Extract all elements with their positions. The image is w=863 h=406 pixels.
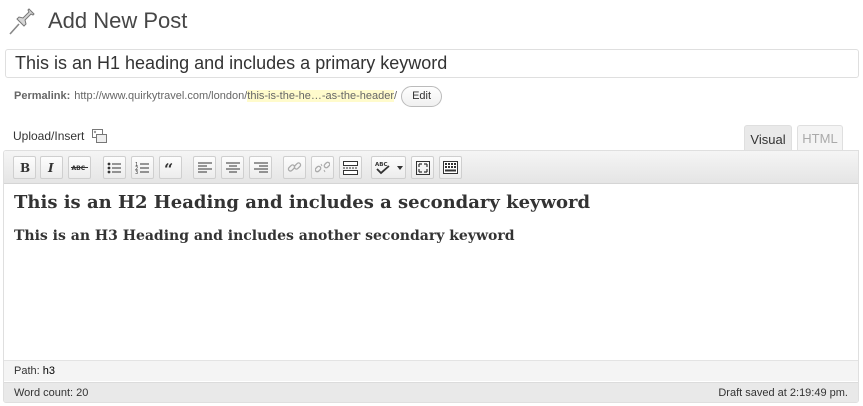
permalink-row: Permalink: http://www.quirkytravel.com/l…	[14, 85, 443, 107]
svg-text:I: I	[47, 161, 54, 174]
align-left-button[interactable]	[193, 156, 216, 179]
path-bar: Path: h3	[4, 360, 858, 381]
svg-text:ABC: ABC	[375, 162, 388, 168]
kitchen-sink-button[interactable]	[439, 156, 462, 179]
strikethrough-button[interactable]: ABC	[68, 156, 91, 179]
content-h2[interactable]: This is an H2 Heading and includes a sec…	[14, 191, 848, 215]
content-h3[interactable]: This is an H3 Heading and includes anoth…	[14, 227, 848, 245]
post-title-input[interactable]: This is an H1 heading and includes a pri…	[5, 49, 859, 78]
fullscreen-button[interactable]	[411, 156, 434, 179]
blockquote-button[interactable]: “	[159, 156, 182, 179]
align-center-button[interactable]	[221, 156, 244, 179]
svg-text:B: B	[20, 161, 30, 174]
tab-html[interactable]: HTML	[797, 125, 843, 150]
pushpin-icon	[6, 5, 38, 37]
bold-button[interactable]: B	[13, 156, 36, 179]
page-header: Add New Post	[6, 4, 187, 38]
path-value[interactable]: h3	[43, 365, 55, 377]
numbered-list-button[interactable]: 123	[131, 156, 154, 179]
svg-text:3: 3	[135, 170, 138, 175]
svg-text:“: “	[164, 162, 173, 174]
media-icon[interactable]	[92, 129, 108, 143]
upload-insert-label: Upload/Insert	[13, 129, 85, 143]
link-icon[interactable]	[283, 156, 306, 179]
italic-button[interactable]: I	[40, 156, 63, 179]
status-bar: Word count: 20 Draft saved at 2:19:49 pm…	[4, 382, 858, 402]
editor-content[interactable]: This is an H2 Heading and includes a sec…	[14, 191, 848, 245]
permalink-label: Permalink:	[14, 90, 71, 102]
align-right-button[interactable]	[249, 156, 272, 179]
editor-toolbar: B I ABC 123 “ ABC	[4, 151, 858, 184]
permalink-base-url: http://www.quirkytravel.com/london/	[74, 90, 248, 102]
page-title: Add New Post	[48, 8, 188, 33]
edit-permalink-button[interactable]: Edit	[401, 85, 443, 107]
word-count: Word count: 20	[14, 387, 89, 399]
draft-saved-status: Draft saved at 2:19:49 pm.	[718, 387, 848, 399]
spellcheck-button[interactable]: ABC	[371, 156, 406, 179]
unlink-icon[interactable]	[311, 156, 334, 179]
tab-visual[interactable]: Visual	[744, 125, 792, 152]
editor: B I ABC 123 “ ABC This is an H2 Heading …	[3, 150, 859, 403]
upload-insert[interactable]: Upload/Insert	[13, 128, 108, 144]
permalink-tail: /	[394, 90, 398, 102]
path-label: Path:	[14, 365, 40, 377]
bullet-list-button[interactable]	[103, 156, 126, 179]
svg-text:ABC: ABC	[72, 165, 86, 172]
more-tag-button[interactable]	[339, 156, 362, 179]
permalink-slug[interactable]: this-is-the-he…-as-the-header	[247, 90, 395, 102]
